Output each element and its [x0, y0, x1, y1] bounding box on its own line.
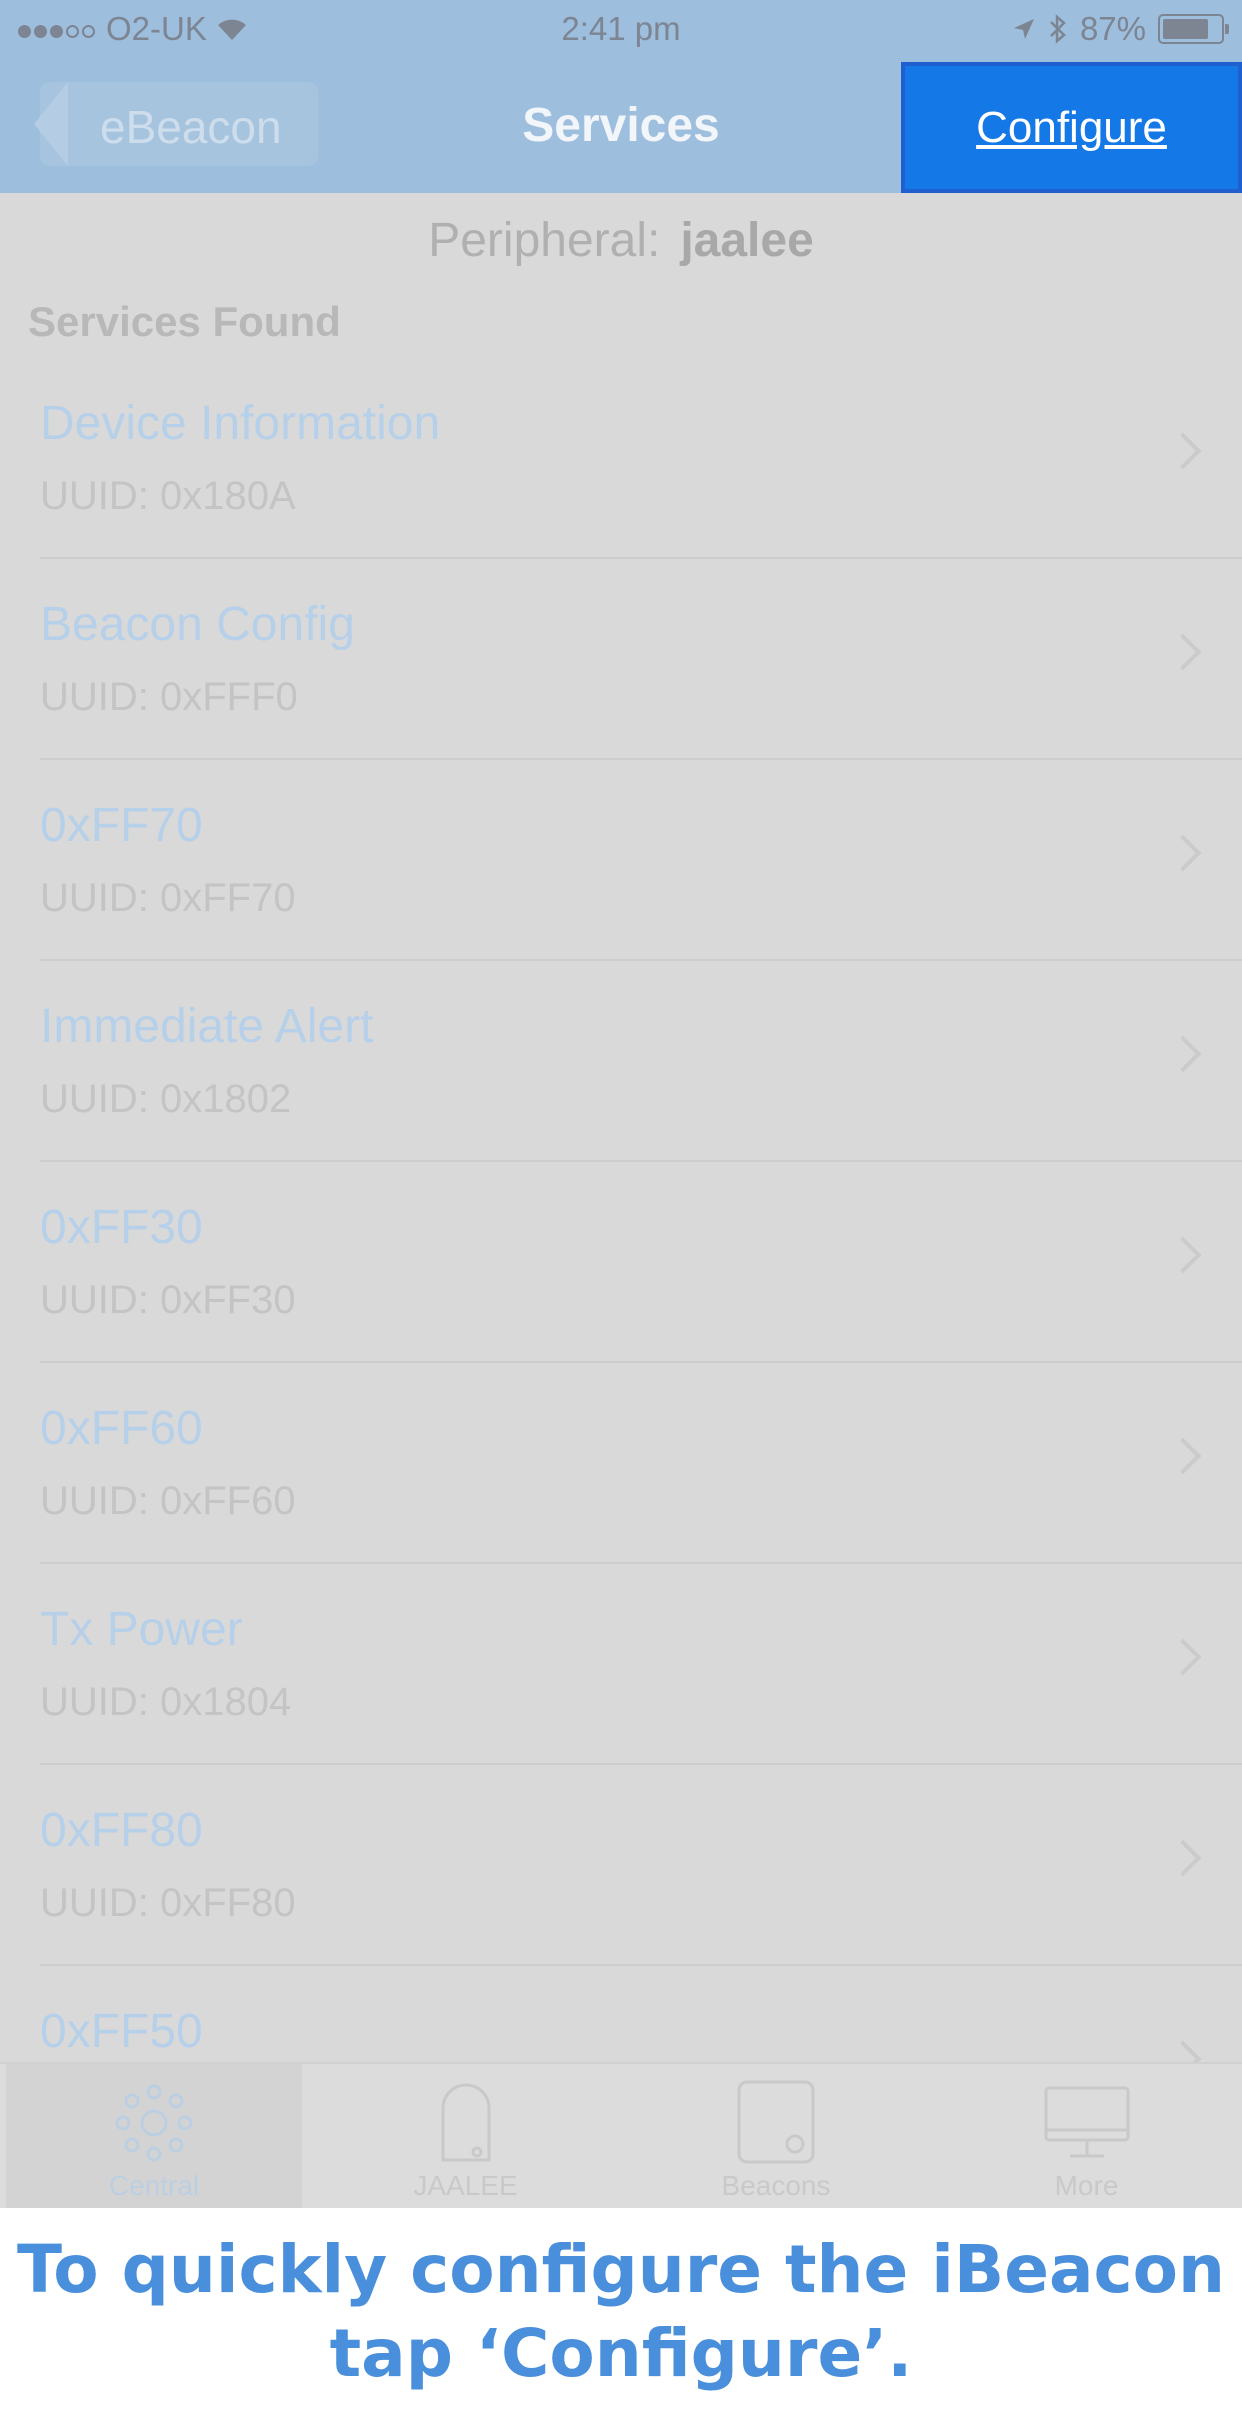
service-row[interactable]: Immediate Alert UUID: 0x1802 — [0, 961, 1242, 1162]
chevron-right-icon — [1164, 1437, 1202, 1475]
service-row[interactable]: Device Information UUID: 0x180A — [0, 358, 1242, 559]
tab-central[interactable]: Central — [6, 2064, 302, 2210]
navigation-bar: eBeacon Services Configure — [0, 62, 1242, 193]
service-row[interactable]: Beacon Config UUID: 0xFFF0 — [0, 559, 1242, 760]
tab-bar: Central JAALEE Beacons More — [0, 2062, 1242, 2210]
service-row[interactable]: 0xFF60 UUID: 0xFF60 — [0, 1363, 1242, 1564]
chevron-right-icon — [1164, 1236, 1202, 1274]
service-row[interactable]: Tx Power UUID: 0x1804 — [0, 1564, 1242, 1765]
service-name: 0xFF80 — [40, 1804, 203, 1857]
service-uuid: UUID: 0xFF30 — [40, 1278, 296, 1322]
instruction-caption: To quickly configure the iBeacon tap ‘Co… — [0, 2208, 1242, 2424]
status-bar: O2-UK 2:41 pm 87% — [0, 0, 1242, 62]
service-name: 0xFF60 — [40, 1402, 203, 1455]
peripheral-info: Peripheral: jaalee — [0, 213, 1242, 268]
service-row[interactable]: 0xFF30 UUID: 0xFF30 — [0, 1162, 1242, 1363]
configure-button-label: Configure — [905, 66, 1238, 189]
service-uuid: UUID: 0x1804 — [40, 1680, 292, 1724]
radar-icon — [109, 2078, 199, 2168]
service-name: Beacon Config — [40, 598, 355, 651]
service-uuid: UUID: 0xFF70 — [40, 876, 296, 920]
services-list: Device Information UUID: 0x180A Beacon Con… — [0, 358, 1242, 2167]
service-uuid: UUID: 0x1802 — [40, 1077, 292, 1121]
tab-label: Beacons — [721, 2170, 831, 2201]
bluetooth-icon — [1050, 14, 1066, 44]
service-uuid: UUID: 0x180A — [40, 474, 296, 518]
peripheral-name: jaalee — [680, 214, 814, 267]
service-name: Device Information — [40, 397, 441, 450]
service-name: 0xFF70 — [40, 799, 203, 852]
chevron-right-icon — [1164, 1638, 1202, 1676]
beacons-icon — [731, 2078, 821, 2168]
service-name: Immediate Alert — [40, 1000, 374, 1053]
service-name: 0xFF50 — [40, 2005, 203, 2058]
battery-icon — [1158, 14, 1229, 44]
status-right: 87% — [1012, 10, 1229, 48]
tab-label: More — [1054, 2170, 1119, 2201]
battery-percentage: 87% — [1079, 10, 1146, 47]
tab-label: JAALEE — [413, 2170, 518, 2201]
chevron-right-icon — [1164, 432, 1202, 470]
beacon-icon — [421, 2078, 511, 2168]
battery-fill — [1163, 19, 1209, 39]
service-name: 0xFF30 — [40, 1201, 203, 1254]
location-icon — [1013, 19, 1034, 39]
monitor-icon — [1042, 2078, 1132, 2168]
chevron-right-icon — [1164, 1035, 1202, 1073]
service-uuid: UUID: 0xFFF0 — [40, 675, 298, 719]
tab-label: Central — [108, 2170, 200, 2201]
service-row[interactable]: 0xFF70 UUID: 0xFF70 — [0, 760, 1242, 961]
tab-beacons[interactable]: Beacons — [621, 2064, 931, 2210]
section-header: Services Found — [28, 298, 341, 345]
tab-more[interactable]: More — [932, 2064, 1242, 2210]
peripheral-label: Peripheral: — [428, 214, 661, 267]
chevron-right-icon — [1164, 1839, 1202, 1877]
service-uuid: UUID: 0xFF80 — [40, 1881, 296, 1925]
caption-line-1: To quickly configure the iBeacon — [17, 2231, 1225, 2308]
caption-line-2: tap ‘Configure’. — [329, 2315, 913, 2392]
tab-jaalee[interactable]: JAALEE — [311, 2064, 621, 2210]
service-row[interactable]: 0xFF80 UUID: 0xFF80 — [0, 1765, 1242, 1966]
service-uuid: UUID: 0xFF60 — [40, 1479, 296, 1523]
chevron-right-icon — [1164, 834, 1202, 872]
chevron-right-icon — [1164, 633, 1202, 671]
configure-button[interactable]: Configure — [901, 62, 1242, 193]
service-name: Tx Power — [40, 1603, 243, 1656]
